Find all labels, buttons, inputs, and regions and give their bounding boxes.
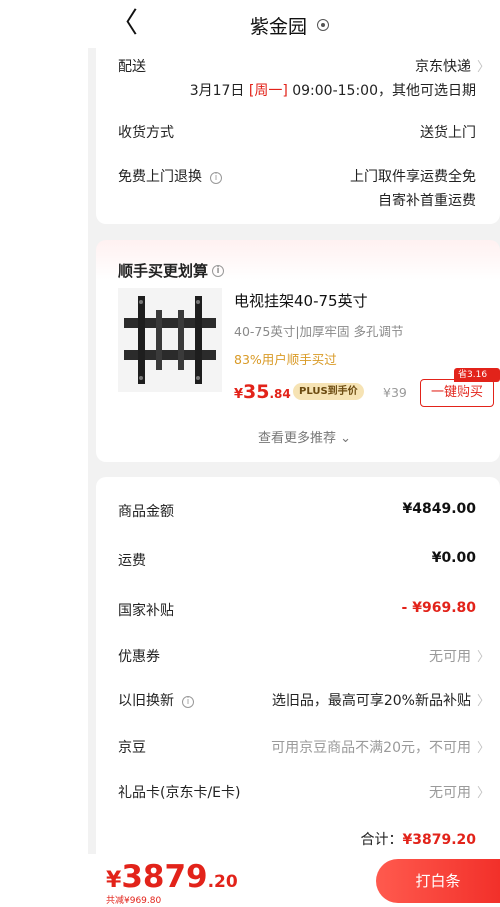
free-return-label: 免费上门退换 i: [118, 166, 222, 186]
info-icon[interactable]: i: [212, 264, 225, 277]
tv-mount-image: [118, 288, 222, 392]
original-price: ¥39: [383, 385, 407, 400]
address-title[interactable]: 紫金园: [250, 12, 330, 38]
tradein-row[interactable]: 选旧品，最高可享20%新品补贴〉: [272, 690, 490, 710]
receive-method-value: 送货上门: [420, 125, 476, 141]
price-currency: ¥: [234, 387, 244, 402]
one-click-buy-button[interactable]: 一键购买: [420, 379, 494, 407]
carrier-text: 京东快递: [414, 59, 471, 75]
chevron-right-icon: 〉: [476, 786, 490, 801]
subsidy-label: 国家补贴: [118, 603, 174, 619]
jingdou-label: 京豆: [118, 740, 146, 756]
giftcard-row[interactable]: 无可用〉: [429, 782, 490, 802]
recommend-title-text: 顺手买更划算: [118, 262, 209, 280]
delivery-time[interactable]: 3月17日 [周一] 09:00-15:00，其他可选日期: [190, 80, 476, 100]
chevron-right-icon: 〉: [476, 650, 490, 665]
jingdou-row[interactable]: 可用京豆商品不满20元，不可用〉: [271, 737, 490, 757]
shipping-value: ¥0.00: [431, 550, 476, 566]
receive-method-label: 收货方式: [118, 125, 174, 141]
back-button[interactable]: 〈: [110, 8, 138, 38]
total-decimal: .20: [207, 872, 238, 892]
delivery-date: 3月17日: [189, 83, 249, 99]
subtotal-row: 合计：¥3879.20: [360, 829, 476, 849]
price-decimal: .84: [269, 387, 291, 401]
subsidy-value: - ¥969.80: [401, 600, 476, 616]
page-title: 紫金园: [250, 15, 308, 38]
subtotal-value: ¥3879.20: [402, 832, 476, 848]
giftcard-label: 礼品卡(京东卡/E卡): [118, 785, 241, 801]
giftcard-value: 无可用: [428, 785, 471, 801]
coupon-label: 优惠券: [118, 649, 160, 665]
product-price: ¥35.84: [234, 381, 299, 403]
pay-with-baitiao-button[interactable]: 打白条: [376, 859, 500, 903]
total-price: ¥3879.20: [106, 859, 238, 895]
price-integer: 35: [243, 381, 270, 403]
delivery-weekday: [周一]: [248, 83, 288, 99]
chevron-right-icon: 〉: [476, 741, 490, 756]
coupon-value: 无可用: [428, 649, 471, 665]
coupon-row[interactable]: 无可用〉: [429, 646, 490, 666]
delivery-time-range: 09:00-15:00，其他可选日期: [287, 83, 476, 99]
product-purchase-stat: 83%用户顺手买过: [234, 352, 337, 367]
jingdou-value: 可用京豆商品不满20元，不可用: [271, 740, 471, 756]
savings-badge: 省3.16元: [454, 368, 500, 394]
product-name[interactable]: 电视挂架40-75英寸: [234, 290, 368, 311]
left-blank-area: [0, 0, 88, 907]
total-savings[interactable]: 共减¥969.80: [106, 893, 161, 906]
tradein-text: 以旧换新: [118, 693, 174, 709]
chevron-right-icon: 〉: [476, 60, 490, 75]
plus-price-badge: PLUS到手价: [293, 383, 364, 400]
goods-amount-value: ¥4849.00: [402, 501, 476, 517]
free-return-text: 免费上门退换: [118, 169, 202, 185]
product-subtitle: 40-75英寸|加厚牢固 多孔调节: [234, 324, 404, 339]
chevron-right-icon: 〉: [476, 694, 490, 709]
location-icon: [317, 19, 330, 31]
total-currency: ¥: [106, 868, 122, 893]
free-return-line2: 自寄补首重运费: [378, 193, 476, 209]
delivery-carrier[interactable]: 京东快递〉: [415, 56, 490, 76]
recommend-title: 顺手买更划算 i: [118, 260, 225, 281]
shipping-label: 运费: [118, 553, 146, 569]
total-integer: 3879: [121, 859, 208, 895]
info-icon[interactable]: i: [182, 696, 194, 708]
delivery-label: 配送: [118, 59, 146, 75]
subtotal-label: 合计：: [360, 832, 403, 848]
info-icon[interactable]: i: [210, 172, 222, 184]
free-return-line1: 上门取件享运费全免: [350, 169, 476, 185]
tradein-value: 选旧品，最高可享20%新品补贴: [271, 693, 471, 709]
product-thumbnail[interactable]: [118, 288, 222, 392]
more-recommendations-link[interactable]: 查看更多推荐 ⌄: [258, 427, 351, 446]
tradein-label: 以旧换新 i: [118, 690, 194, 710]
goods-amount-label: 商品金额: [118, 504, 174, 520]
